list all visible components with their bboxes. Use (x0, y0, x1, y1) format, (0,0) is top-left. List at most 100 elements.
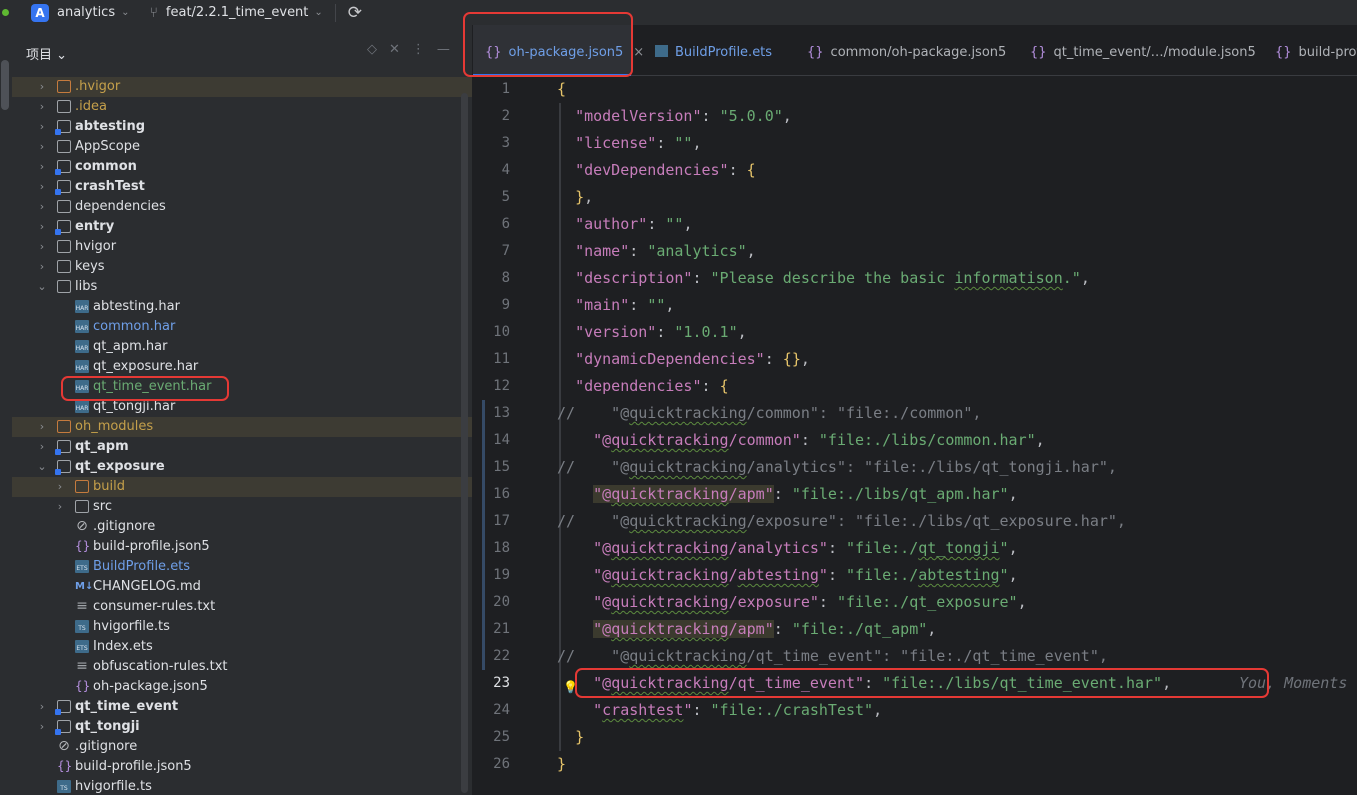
chevron-down-icon[interactable]: ⌄ (121, 7, 129, 18)
tree-item[interactable]: ⌄ libs (12, 277, 472, 297)
tree-item[interactable]: {} oh-package.json5 (12, 677, 472, 697)
chevron-down-icon[interactable]: ⌄ (37, 277, 47, 297)
code-line[interactable]: 26} (473, 751, 1357, 778)
tree-item[interactable]: HAR qt_apm.har (12, 337, 472, 357)
code-line[interactable]: 14 "@quicktracking/common": "file:./libs… (473, 427, 1357, 454)
tree-item[interactable]: › qt_tongji (12, 717, 472, 737)
vcs-change-marker[interactable] (482, 589, 485, 616)
vcs-change-marker[interactable] (482, 427, 485, 454)
sync-icon[interactable]: ⟳ (348, 3, 362, 23)
code-area[interactable]: 1{2 "modelVersion": "5.0.0", 3 "license":… (473, 76, 1357, 778)
vcs-change-marker[interactable] (482, 616, 485, 643)
stripe-scroll-thumb[interactable] (1, 60, 9, 110)
chevron-down-icon[interactable]: ⌄ (314, 7, 322, 18)
code-line[interactable]: 24 "crashtest": "file:./crashTest", (473, 697, 1357, 724)
chevron-right-icon[interactable]: › (37, 257, 47, 277)
tree-item[interactable]: {} build-profile.json5 (12, 537, 472, 557)
tree-item[interactable]: › keys (12, 257, 472, 277)
tree-item[interactable]: › crashTest (12, 177, 472, 197)
code-line[interactable]: 23 💡 "@quicktracking/qt_time_event": "fil… (473, 670, 1357, 697)
tree-item[interactable]: HAR qt_time_event.har (12, 377, 472, 397)
vcs-change-marker[interactable] (482, 508, 485, 535)
tab-5[interactable]: {} build-profil (1263, 25, 1357, 75)
tree-item[interactable]: ⌄ qt_exposure (12, 457, 472, 477)
chevron-right-icon[interactable]: › (37, 437, 47, 457)
tree-item[interactable]: ≡ consumer-rules.txt (12, 597, 472, 617)
vcs-change-marker[interactable] (482, 400, 485, 427)
code-line[interactable]: 15 // "@quicktracking/analytics": "file:.… (473, 454, 1357, 481)
chevron-right-icon[interactable]: › (37, 717, 47, 737)
expand-collapse-icon[interactable]: ◇ (367, 42, 389, 57)
chevron-right-icon[interactable]: › (37, 117, 47, 137)
tree-item[interactable]: › qt_apm (12, 437, 472, 457)
code-line[interactable]: 22 // "@quicktracking/qt_time_event": "fi… (473, 643, 1357, 670)
chevron-right-icon[interactable]: › (37, 157, 47, 177)
tree-item[interactable]: HAR abtesting.har (12, 297, 472, 317)
code-line[interactable]: 16 "@quicktracking/apm": "file:./libs/qt… (473, 481, 1357, 508)
tree-item[interactable]: › dependencies (12, 197, 472, 217)
code-line[interactable]: 25 } (473, 724, 1357, 751)
code-line[interactable]: 11 "dynamicDependencies": {}, (473, 346, 1357, 373)
tree-item[interactable]: ⊘ .gitignore (12, 517, 472, 537)
tab-1[interactable]: {} oh-package.json5 × (473, 25, 644, 76)
vcs-change-marker[interactable] (482, 454, 485, 481)
chevron-right-icon[interactable]: › (37, 137, 47, 157)
project-panel-title[interactable]: 项目 ⌄ (26, 44, 67, 63)
vcs-change-marker[interactable] (482, 562, 485, 589)
code-line[interactable]: 3 "license": "", (473, 130, 1357, 157)
code-line[interactable]: 17 // "@quicktracking/exposure": "file:./… (473, 508, 1357, 535)
chevron-right-icon[interactable]: › (37, 77, 47, 97)
chevron-right-icon[interactable]: › (37, 417, 47, 437)
tree-item[interactable]: › src (12, 497, 472, 517)
project-badge[interactable]: A (31, 3, 49, 22)
chevron-right-icon[interactable]: › (37, 237, 47, 257)
code-line[interactable]: 8 "description": "Please describe the ba… (473, 265, 1357, 292)
chevron-right-icon[interactable]: › (37, 697, 47, 717)
project-name[interactable]: analytics (57, 5, 115, 20)
vcs-change-marker[interactable] (482, 535, 485, 562)
project-panel-scrollbar[interactable] (461, 93, 468, 793)
tree-item[interactable]: › entry (12, 217, 472, 237)
code-line[interactable]: 2 "modelVersion": "5.0.0", (473, 103, 1357, 130)
more-options-icon[interactable]: ⋮ (412, 42, 437, 57)
code-line[interactable]: 4 "devDependencies": { (473, 157, 1357, 184)
tree-item[interactable]: › build (12, 477, 472, 497)
code-line[interactable]: 7 "name": "analytics", (473, 238, 1357, 265)
tree-item[interactable]: M↓ CHANGELOG.md (12, 577, 472, 597)
tree-item[interactable]: HAR qt_exposure.har (12, 357, 472, 377)
tree-item[interactable]: HAR qt_tongji.har (12, 397, 472, 417)
chevron-right-icon[interactable]: › (55, 477, 65, 497)
chevron-right-icon[interactable]: › (37, 177, 47, 197)
code-line[interactable]: 21 "@quicktracking/apm": "file:./qt_apm"… (473, 616, 1357, 643)
vcs-change-marker[interactable] (482, 643, 485, 670)
tree-item[interactable]: ≡ obfuscation-rules.txt (12, 657, 472, 677)
tree-item[interactable]: › .idea (12, 97, 472, 117)
tree-item[interactable]: TS hvigorfile.ts (12, 617, 472, 637)
chevron-down-icon[interactable]: ⌄ (37, 457, 47, 477)
code-line[interactable]: 1{ (473, 76, 1357, 103)
tree-item[interactable]: › .hvigor (12, 77, 472, 97)
code-line[interactable]: 10 "version": "1.0.1", (473, 319, 1357, 346)
tree-item[interactable]: ETS Index.ets (12, 637, 472, 657)
code-line[interactable]: 9 "main": "", (473, 292, 1357, 319)
tab-3[interactable]: {} common/oh-package.json5 (795, 25, 1006, 75)
tree-item[interactable]: › qt_time_event (12, 697, 472, 717)
code-line[interactable]: 19 "@quicktracking/abtesting": "file:./a… (473, 562, 1357, 589)
vcs-change-marker[interactable] (482, 481, 485, 508)
tree-item[interactable]: TS hvigorfile.ts (12, 777, 472, 795)
chevron-right-icon[interactable]: › (37, 217, 47, 237)
code-line[interactable]: 5 }, (473, 184, 1357, 211)
chevron-right-icon[interactable]: › (55, 497, 65, 517)
tree-item[interactable]: › oh_modules (12, 417, 472, 437)
tree-item[interactable]: HAR common.har (12, 317, 472, 337)
tree-item[interactable]: ETS BuildProfile.ets (12, 557, 472, 577)
code-line[interactable]: 12 "dependencies": { (473, 373, 1357, 400)
minimize-icon[interactable]: — (437, 42, 462, 57)
close-panel-icon[interactable]: ✕ (389, 42, 412, 57)
tree-item[interactable]: ⊘ .gitignore (12, 737, 472, 757)
chevron-right-icon[interactable]: › (37, 197, 47, 217)
tree-item[interactable]: › AppScope (12, 137, 472, 157)
tab-2[interactable]: BuildProfile.ets (643, 25, 783, 75)
tree-item[interactable]: › abtesting (12, 117, 472, 137)
tab-4[interactable]: {} qt_time_event/…/module.json5 (1018, 25, 1256, 75)
